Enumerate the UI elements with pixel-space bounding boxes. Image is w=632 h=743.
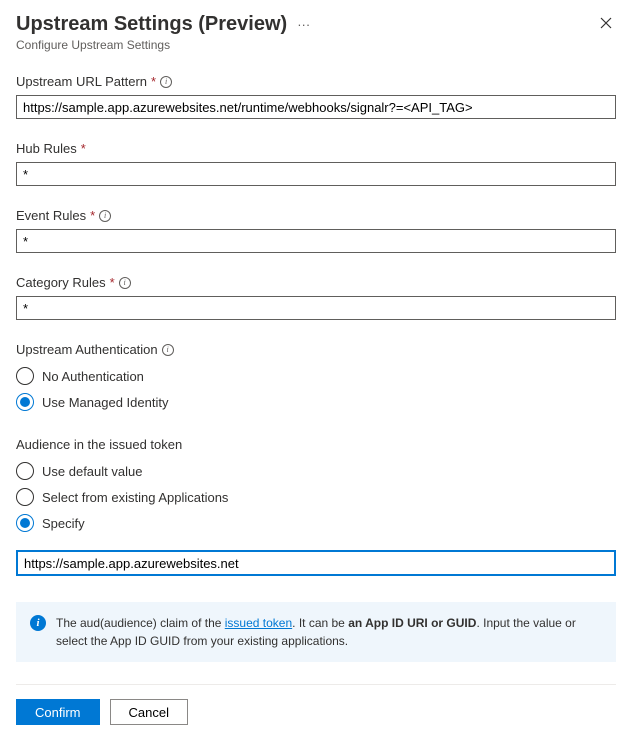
info-icon[interactable]: i xyxy=(162,344,174,356)
info-icon[interactable]: i xyxy=(119,277,131,289)
category-rules-label: Category Rules xyxy=(16,275,106,290)
radio-label: No Authentication xyxy=(42,369,144,384)
radio-icon xyxy=(16,367,34,385)
radio-specify[interactable]: Specify xyxy=(16,510,616,536)
page-title: Upstream Settings (Preview) xyxy=(16,13,287,36)
radio-label: Use Managed Identity xyxy=(42,395,168,410)
radio-label: Use default value xyxy=(42,464,142,479)
info-text: The aud(audience) claim of the issued to… xyxy=(56,614,602,650)
radio-select-existing-app[interactable]: Select from existing Applications xyxy=(16,484,616,510)
radio-icon xyxy=(16,393,34,411)
required-mark: * xyxy=(81,141,86,156)
required-mark: * xyxy=(110,275,115,290)
more-icon[interactable]: ··· xyxy=(297,17,310,32)
radio-icon xyxy=(16,514,34,532)
hub-rules-input[interactable] xyxy=(16,162,616,186)
radio-label: Select from existing Applications xyxy=(42,490,228,505)
cancel-button[interactable]: Cancel xyxy=(110,699,188,725)
radio-label: Specify xyxy=(42,516,85,531)
close-icon[interactable] xyxy=(596,12,616,36)
radio-icon xyxy=(16,462,34,480)
required-mark: * xyxy=(90,208,95,223)
radio-no-authentication[interactable]: No Authentication xyxy=(16,363,616,389)
radio-use-managed-identity[interactable]: Use Managed Identity xyxy=(16,389,616,415)
audience-label: Audience in the issued token xyxy=(16,437,182,452)
audience-specify-input[interactable] xyxy=(16,550,616,576)
issued-token-link[interactable]: issued token xyxy=(225,616,292,630)
category-rules-input[interactable] xyxy=(16,296,616,320)
required-mark: * xyxy=(151,74,156,89)
event-rules-input[interactable] xyxy=(16,229,616,253)
hub-rules-label: Hub Rules xyxy=(16,141,77,156)
page-subtitle: Configure Upstream Settings xyxy=(16,38,616,52)
radio-use-default-value[interactable]: Use default value xyxy=(16,458,616,484)
info-message: i The aud(audience) claim of the issued … xyxy=(16,602,616,662)
auth-label: Upstream Authentication xyxy=(16,342,158,357)
radio-icon xyxy=(16,488,34,506)
info-icon: i xyxy=(30,615,46,631)
info-icon[interactable]: i xyxy=(160,76,172,88)
url-pattern-label: Upstream URL Pattern xyxy=(16,74,147,89)
event-rules-label: Event Rules xyxy=(16,208,86,223)
confirm-button[interactable]: Confirm xyxy=(16,699,100,725)
url-pattern-input[interactable] xyxy=(16,95,616,119)
info-icon[interactable]: i xyxy=(99,210,111,222)
